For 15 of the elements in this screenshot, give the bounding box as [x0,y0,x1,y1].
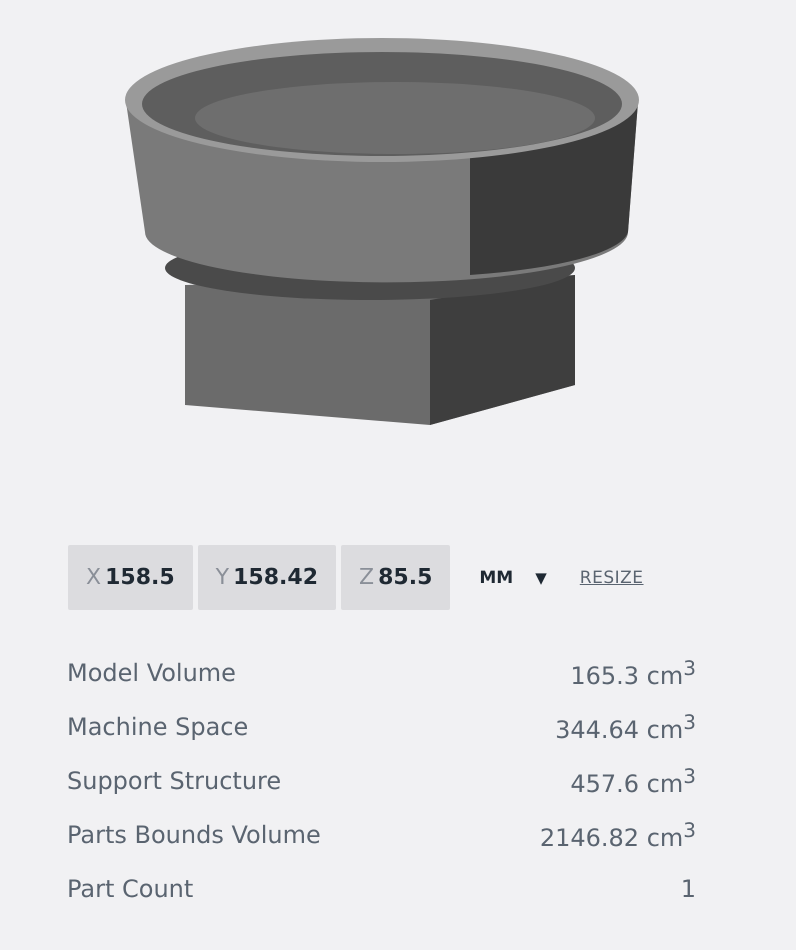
dimension-field[interactable]: X 158.5 [68,545,193,610]
stat-value: 1 [680,875,696,903]
stat-value: 165.3 cm$^{3}$ [570,656,696,690]
stat-label: Support Structure [67,767,282,795]
stat-label: Parts Bounds Volume [67,821,321,849]
stat-label: Model Volume [67,659,236,687]
resize-link[interactable]: RESIZE [580,568,644,588]
stat-label: Machine Space [67,713,248,741]
stat-label: Part Count [67,875,194,903]
stat-value: 457.6 cm$^{3}$ [570,764,696,798]
stat-value: 2146.82 cm$^{3}$ [540,818,696,852]
dimension-field[interactable]: Y 158.42 [198,545,336,610]
unit-dropdown[interactable]: MM ▼ [475,564,551,592]
dimension-field[interactable]: Z 85.5 [341,545,450,610]
stat-value: 344.64 cm$^{3}$ [555,710,696,744]
